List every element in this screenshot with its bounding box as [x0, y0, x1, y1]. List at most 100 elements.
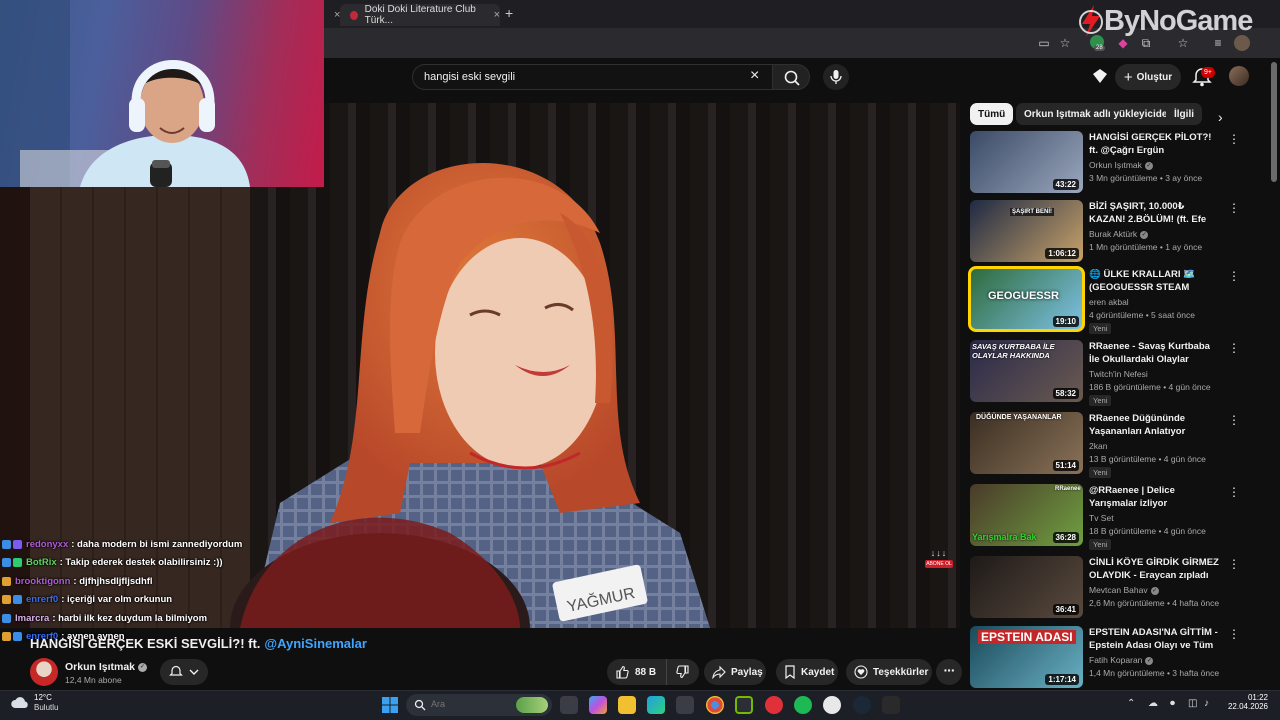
channel-name[interactable]: Burak Aktürk ✓ — [1089, 229, 1149, 239]
video-title[interactable]: HANGİSİ GERÇEK PİLOT?! ft. @Çağrı Ergün — [1089, 132, 1221, 157]
channel-name[interactable]: Orkun Işıtmak ✓ — [1089, 160, 1153, 170]
recommended-video[interactable]: 36:28 Yarışmalra Bak RRaenee @RRaenee | Del… — [970, 484, 1240, 550]
edge-icon[interactable] — [647, 696, 665, 714]
video-title[interactable]: CİNLİ KÖYE GİRDİK GİRMEZ OLAYDIK - Erayc… — [1089, 557, 1221, 582]
channel-name[interactable]: eren akbal — [1089, 297, 1129, 307]
more-options-icon[interactable]: ⋮ — [1228, 342, 1240, 354]
subscribe-overlay-badge[interactable]: ↓↓↓ ABONE OL — [925, 549, 953, 575]
network-icon[interactable]: ◫ — [1188, 698, 1197, 709]
chat-username[interactable]: BotRix — [26, 557, 57, 568]
chrome-icon[interactable] — [706, 696, 724, 714]
like-count: 88 B — [635, 666, 657, 678]
nvidia-icon[interactable] — [735, 696, 753, 714]
taskbar-clock[interactable]: 01:22 22.04.2026 — [1222, 693, 1268, 711]
search-clear-icon[interactable]: × — [750, 67, 759, 85]
video-title[interactable]: @RRaenee | Delice Yarışmalar izliyor — [1089, 485, 1221, 510]
thanks-button[interactable]: Teşekkürler — [846, 659, 932, 685]
video-thumbnail[interactable]: 36:41 — [970, 556, 1083, 618]
video-thumbnail[interactable]: 19:10 GEOGUESSR — [968, 266, 1085, 332]
more-actions-button[interactable]: ··· — [936, 659, 962, 685]
page-scrollbar[interactable] — [1271, 62, 1277, 182]
more-options-icon[interactable]: ⋮ — [1228, 628, 1240, 640]
recommended-video[interactable]: 1:06:12 ŞAŞIRT BENİ! BİZİ ŞAŞIRT, 10.000₺ … — [970, 200, 1240, 264]
tab-close-button[interactable]: × — [494, 9, 500, 21]
chevron-right-icon[interactable]: › — [1218, 109, 1223, 125]
spotify-icon[interactable] — [794, 696, 812, 714]
task-view-icon[interactable] — [560, 696, 578, 714]
recommended-video[interactable]: 1:17:14 EPSTEIN ADASI EPSTEIN ADASI'NA GİT… — [970, 626, 1240, 690]
chip-all[interactable]: Tümü — [970, 103, 1014, 125]
steam-icon[interactable] — [853, 696, 871, 714]
tab-close-previous[interactable]: × — [326, 4, 340, 26]
channel-name[interactable]: Orkun Işıtmak ✓ — [65, 661, 148, 673]
search-button[interactable] — [772, 64, 810, 90]
store-icon[interactable] — [676, 696, 694, 714]
video-title[interactable]: EPSTEIN ADASI'NA GİTTİM - Epstein Adası … — [1089, 627, 1221, 653]
opera-icon[interactable] — [765, 696, 783, 714]
cast-icon[interactable]: ▭ — [1036, 35, 1052, 51]
obs-icon[interactable] — [823, 696, 841, 714]
file-explorer-icon[interactable] — [618, 696, 636, 714]
video-meta: 4 görüntüleme • 5 saat önce — [1089, 310, 1195, 320]
subscription-bell-button[interactable] — [160, 659, 208, 685]
microphone-tray-icon[interactable]: ⏺ — [1170, 698, 1175, 709]
account-avatar[interactable] — [1229, 66, 1249, 86]
more-options-icon[interactable]: ⋮ — [1228, 414, 1240, 426]
voice-search-button[interactable] — [823, 64, 849, 90]
chip-related[interactable]: İlgili — [1166, 103, 1202, 125]
copilot-icon[interactable] — [589, 696, 607, 714]
recommended-video[interactable]: 36:41 CİNLİ KÖYE GİRDİK GİRMEZ OLAYDIK - … — [970, 556, 1240, 620]
channel-name[interactable]: 2kan — [1089, 441, 1107, 451]
more-options-icon[interactable]: ⋮ — [1228, 133, 1240, 145]
more-options-icon[interactable]: ⋮ — [1228, 486, 1240, 498]
create-button[interactable]: + Oluştur — [1115, 64, 1181, 90]
share-button[interactable]: Paylaş — [704, 659, 766, 685]
search-input[interactable] — [424, 70, 724, 84]
chat-username[interactable]: lmarcra — [15, 613, 49, 624]
chat-username[interactable]: enrerf0 — [26, 594, 58, 605]
like-button[interactable]: 88 B — [607, 659, 667, 685]
more-options-icon[interactable]: ⋮ — [1228, 202, 1240, 214]
recommended-video[interactable]: 43:22 HANGİSİ GERÇEK PİLOT?! ft. @Çağrı E… — [970, 131, 1240, 195]
bookmark-star-icon[interactable]: ☆ — [1057, 35, 1073, 51]
chat-username[interactable]: redonyxx — [26, 539, 68, 550]
share-label: Paylaş — [731, 666, 763, 678]
windows-start-icon[interactable] — [382, 697, 398, 713]
new-tab-button[interactable]: + — [505, 5, 513, 21]
video-title[interactable]: BİZİ ŞAŞIRT, 10.000₺ KAZAN! 2.BÖLÜM! (ft… — [1089, 201, 1221, 227]
video-thumbnail[interactable]: 1:17:14 EPSTEIN ADASI — [970, 626, 1083, 688]
video-title-mention-link[interactable]: @AyniSinemalar — [264, 636, 367, 651]
video-title[interactable]: RRaenee - Savaş Kurtbaba İle Okullardaki… — [1089, 341, 1221, 367]
more-options-icon[interactable]: ⋮ — [1228, 558, 1240, 570]
tray-chevron-up-icon[interactable]: ⌃ — [1127, 698, 1135, 709]
channel-name[interactable]: Tv Set — [1089, 513, 1114, 523]
video-title[interactable]: 🌐 ÜLKE KRALLARI 🗺️ (GEOGUESSR STEAM EDIT… — [1089, 269, 1221, 295]
recommended-video[interactable]: 19:10 GEOGUESSR 🌐 ÜLKE KRALLARI 🗺️ (GEOGUE… — [968, 266, 1240, 334]
premium-gem-icon[interactable] — [1092, 68, 1108, 84]
video-thumbnail[interactable]: 36:28 Yarışmalra Bak RRaenee — [970, 484, 1083, 546]
channel-name-text: Twitch'in Nefesi — [1089, 369, 1148, 379]
channel-name[interactable]: Twitch'in Nefesi — [1089, 369, 1148, 379]
browser-tab-active[interactable]: Doki Doki Literature Club Türk... × — [340, 4, 500, 26]
recommended-video[interactable]: 58:32 SAVAŞ KURTBABA İLE OLAYLAR HAKKINDA… — [970, 340, 1240, 406]
chat-username[interactable]: brooktigonn — [15, 576, 70, 587]
save-button[interactable]: Kaydet — [776, 659, 838, 685]
onedrive-cloud-icon[interactable]: ☁ — [1148, 698, 1158, 709]
dislike-button[interactable] — [667, 659, 699, 685]
video-thumbnail[interactable]: 43:22 — [970, 131, 1083, 193]
video-thumbnail[interactable]: 51:14 DÜĞÜNDE YAŞANANLAR — [970, 412, 1083, 474]
epic-games-icon[interactable] — [882, 696, 900, 714]
recommended-video[interactable]: 51:14 DÜĞÜNDE YAŞANANLAR RRaenee Düğününde… — [970, 412, 1240, 478]
channel-name-text: eren akbal — [1089, 297, 1129, 307]
channel-name[interactable]: Fatih Koparan ✓ — [1089, 655, 1154, 665]
chip-from-uploader[interactable]: Orkun Işıtmak adlı yükleyiciden — [1016, 103, 1182, 125]
taskbar-search-input[interactable] — [431, 699, 511, 709]
more-options-icon[interactable]: ⋮ — [1228, 270, 1240, 282]
video-thumbnail[interactable]: 1:06:12 ŞAŞIRT BENİ! — [970, 200, 1083, 262]
channel-name[interactable]: Mevtcan Bahav ✓ — [1089, 585, 1159, 595]
channel-avatar[interactable] — [30, 658, 58, 686]
weather-widget[interactable]: 12°C Bulutlu — [10, 693, 58, 713]
video-thumbnail[interactable]: 58:32 SAVAŞ KURTBABA İLE OLAYLAR HAKKINDA — [970, 340, 1083, 402]
volume-icon[interactable]: ♪ — [1204, 698, 1209, 709]
video-title[interactable]: RRaenee Düğününde Yaşananları Anlatıyor — [1089, 413, 1221, 438]
